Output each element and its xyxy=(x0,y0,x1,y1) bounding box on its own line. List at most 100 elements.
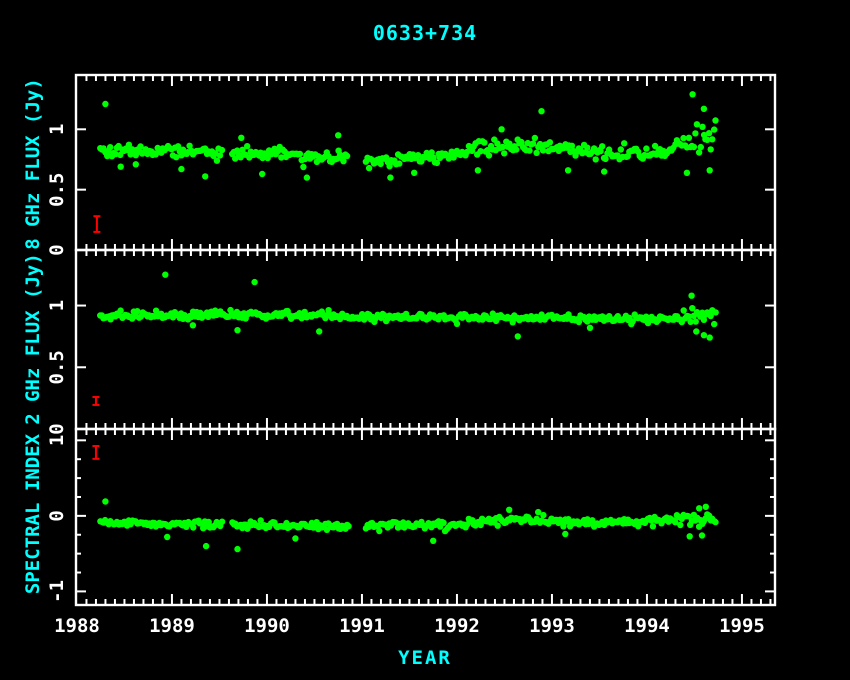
x-tick-label: 1990 xyxy=(244,615,290,637)
outlier-point xyxy=(701,106,707,112)
panel-frame xyxy=(76,75,775,250)
x-tick-label: 1994 xyxy=(624,615,670,637)
scatter-points-8-GHz-flux-density xyxy=(97,91,719,181)
data-point xyxy=(376,528,382,534)
data-point xyxy=(599,143,605,149)
outlier-point xyxy=(699,532,705,538)
data-point xyxy=(244,143,250,149)
outlier-point xyxy=(506,507,512,513)
outlier-point xyxy=(703,504,709,510)
typical-error-bar xyxy=(92,446,99,459)
data-point xyxy=(650,523,656,529)
data-point xyxy=(345,523,351,529)
data-point xyxy=(711,321,717,327)
data-point xyxy=(526,147,532,153)
data-point xyxy=(708,146,714,152)
outlier-point xyxy=(498,126,504,132)
outlier-point xyxy=(234,546,240,552)
outlier-point xyxy=(587,325,593,331)
outlier-point xyxy=(693,328,699,334)
data-point xyxy=(602,156,608,162)
outlier-point xyxy=(162,272,168,278)
outlier-point xyxy=(102,101,108,107)
outlier-point xyxy=(202,173,208,179)
outlier-point xyxy=(203,543,209,549)
data-point xyxy=(454,321,460,327)
outlier-point xyxy=(601,168,607,174)
data-point xyxy=(696,149,702,155)
x-tick-label: 1993 xyxy=(529,615,575,637)
y-tick-label: -1 xyxy=(46,580,68,603)
data-point xyxy=(297,151,303,157)
y-tick-label: 0 xyxy=(46,510,68,521)
outlier-point xyxy=(684,170,690,176)
outlier-point xyxy=(238,135,244,141)
outlier-point xyxy=(234,327,240,333)
outlier-point xyxy=(475,167,481,173)
outlier-point xyxy=(696,505,702,511)
panel-frame xyxy=(76,250,775,429)
data-point xyxy=(618,146,624,152)
plot-canvas: 10.5010.5010-119881989199019911992199319… xyxy=(0,0,850,680)
outlier-point xyxy=(190,322,196,328)
data-point xyxy=(366,165,372,171)
data-point xyxy=(593,156,599,162)
data-point xyxy=(495,523,501,529)
data-point xyxy=(643,145,649,151)
data-point xyxy=(532,135,538,141)
data-point xyxy=(219,147,225,153)
outlier-point xyxy=(118,164,124,170)
x-tick-label: 1995 xyxy=(719,615,765,637)
outlier-point xyxy=(133,161,139,167)
y-tick-label: 0 xyxy=(46,244,68,255)
data-point xyxy=(713,309,719,315)
data-point xyxy=(540,147,546,153)
outlier-point xyxy=(689,91,695,97)
data-point xyxy=(134,308,140,314)
data-point xyxy=(712,117,718,123)
y-tick-label: 0.5 xyxy=(46,350,68,384)
y-tick-label: 1 xyxy=(46,300,68,311)
data-point xyxy=(486,152,492,158)
y-tick-label: 1 xyxy=(46,124,68,135)
light-curve-figure: 0633+734 8 GHz FLUX (Jy) 2 GHz FLUX (Jy)… xyxy=(0,0,850,680)
data-point xyxy=(621,140,627,146)
data-point xyxy=(694,121,700,127)
outlier-point xyxy=(430,538,436,544)
data-point xyxy=(340,158,346,164)
data-point xyxy=(533,150,539,156)
outlier-point xyxy=(562,531,568,537)
outlier-point xyxy=(164,534,170,540)
data-point xyxy=(711,126,717,132)
outlier-point xyxy=(688,293,694,299)
data-point xyxy=(686,135,692,141)
outlier-point xyxy=(335,132,341,138)
data-point xyxy=(440,520,446,526)
data-point xyxy=(699,124,705,130)
outlier-point xyxy=(251,279,257,285)
outlier-point xyxy=(565,167,571,173)
outlier-point xyxy=(387,174,393,180)
data-point xyxy=(584,145,590,151)
data-point xyxy=(691,144,697,150)
panel-spectral-index: 1 0 -1 xyxy=(46,429,775,605)
data-point xyxy=(300,164,306,170)
y-tick-label: 1 xyxy=(46,435,68,446)
typical-error-bar xyxy=(92,397,99,405)
data-point xyxy=(547,139,553,145)
x-tick-label: 1988 xyxy=(54,615,100,637)
outlier-point xyxy=(259,171,265,177)
outlier-point xyxy=(304,174,310,180)
outlier-point xyxy=(411,170,417,176)
outlier-point xyxy=(515,333,521,339)
outlier-point xyxy=(687,533,693,539)
data-point xyxy=(692,130,698,136)
data-point xyxy=(712,519,718,525)
panel-2-GHz-flux-density: 10.50 xyxy=(46,250,775,435)
outlier-point xyxy=(102,498,108,504)
scatter-points-spectral-index xyxy=(97,498,719,552)
outlier-point xyxy=(701,332,707,338)
data-point xyxy=(190,524,196,530)
outlier-point xyxy=(316,328,322,334)
panel-8-GHz-flux-density: 10.50 xyxy=(46,75,775,256)
